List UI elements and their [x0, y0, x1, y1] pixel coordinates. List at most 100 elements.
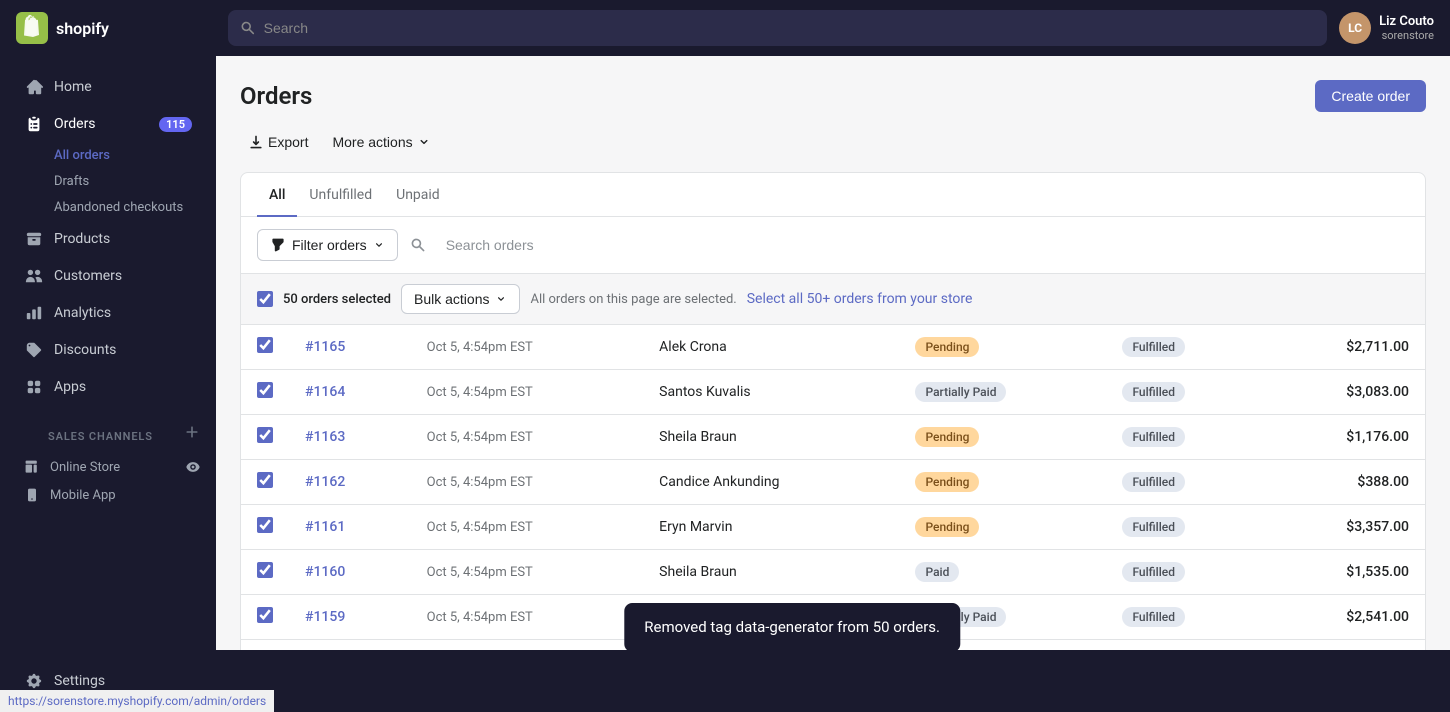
order-fulfillment-status: Fulfilled: [1106, 460, 1265, 505]
create-order-button[interactable]: Create order: [1315, 80, 1426, 112]
row-checkbox-cell[interactable]: [241, 595, 289, 640]
table-row[interactable]: #1165 Oct 5, 4:54pm EST Alek Crona Pendi…: [241, 325, 1425, 370]
top-nav: shopify LC Liz Couto sorenstore: [0, 0, 1450, 56]
sidebar-sub-abandoned[interactable]: Abandoned checkouts: [8, 195, 208, 220]
row-checkbox[interactable]: [257, 517, 273, 533]
order-payment-status: Pending: [899, 460, 1106, 505]
sidebar-label-home: Home: [54, 79, 92, 95]
table-row[interactable]: #1162 Oct 5, 4:54pm EST Candice Ankundin…: [241, 460, 1425, 505]
logo-area[interactable]: shopify: [16, 12, 216, 44]
select-all-checkbox[interactable]: [257, 291, 273, 307]
sidebar-item-home[interactable]: Home: [8, 69, 208, 105]
row-checkbox-cell[interactable]: [241, 370, 289, 415]
row-checkbox-cell[interactable]: [241, 325, 289, 370]
filter-orders-button[interactable]: Filter orders: [257, 229, 398, 261]
table-row[interactable]: #1164 Oct 5, 4:54pm EST Santos Kuvalis P…: [241, 370, 1425, 415]
order-customer[interactable]: Eryn Marvin: [643, 505, 899, 550]
row-checkbox[interactable]: [257, 472, 273, 488]
user-menu[interactable]: LC Liz Couto sorenstore: [1339, 12, 1434, 44]
row-checkbox[interactable]: [257, 382, 273, 398]
user-name: Liz Couto: [1379, 14, 1434, 29]
order-number[interactable]: #1159: [289, 595, 411, 640]
table-row[interactable]: #1163 Oct 5, 4:54pm EST Sheila Braun Pen…: [241, 415, 1425, 460]
row-checkbox[interactable]: [257, 607, 273, 623]
tab-all[interactable]: All: [257, 173, 297, 217]
order-amount: $3,357.00: [1266, 505, 1425, 550]
selected-count-label: 50 orders selected: [283, 292, 391, 307]
row-checkbox[interactable]: [257, 337, 273, 353]
sidebar-sub-all-orders[interactable]: All orders: [8, 143, 208, 168]
home-icon: [24, 77, 44, 97]
order-customer[interactable]: Candice Ankunding: [643, 460, 899, 505]
filter-icon: [270, 237, 286, 253]
row-checkbox[interactable]: [257, 562, 273, 578]
order-amount: $388.00: [1266, 460, 1425, 505]
bulk-actions-button[interactable]: Bulk actions: [401, 284, 520, 314]
export-icon: [248, 134, 264, 150]
online-store-label: Online Store: [50, 460, 120, 475]
filter-row: Filter orders: [241, 217, 1425, 274]
order-number[interactable]: #1165: [289, 325, 411, 370]
search-orders-input[interactable]: [434, 230, 1409, 260]
global-search-input[interactable]: [264, 20, 1315, 36]
row-checkbox-cell[interactable]: [241, 415, 289, 460]
row-checkbox[interactable]: [257, 427, 273, 443]
order-payment-status: Partially Paid: [899, 370, 1106, 415]
tab-unpaid[interactable]: Unpaid: [384, 173, 452, 217]
sidebar-item-analytics[interactable]: Analytics: [8, 295, 208, 331]
sidebar-item-apps[interactable]: Apps: [8, 369, 208, 405]
row-checkbox-cell[interactable]: [241, 505, 289, 550]
order-customer[interactable]: Sheila Braun: [643, 550, 899, 595]
search-icon: [240, 20, 256, 36]
order-amount: $1,176.00: [1266, 415, 1425, 460]
orders-icon: [24, 114, 44, 134]
sidebar-item-mobile-app[interactable]: Mobile App: [0, 481, 216, 509]
add-channel-icon[interactable]: [184, 424, 200, 440]
page-title: Orders: [240, 82, 312, 110]
bulk-actions-row: 50 orders selected Bulk actions All orde…: [241, 274, 1425, 325]
status-bar: https://sorenstore.myshopify.com/admin/o…: [0, 690, 274, 712]
order-date: Oct 5, 4:54pm EST: [411, 370, 644, 415]
sidebar-label-discounts: Discounts: [54, 342, 116, 358]
sidebar-sub-drafts[interactable]: Drafts: [8, 169, 208, 194]
sidebar-item-orders[interactable]: Orders 115: [8, 106, 208, 142]
sidebar-label-products: Products: [54, 231, 110, 247]
sidebar-item-customers[interactable]: Customers: [8, 258, 208, 294]
more-actions-button[interactable]: More actions: [324, 128, 438, 156]
order-customer[interactable]: Santos Kuvalis: [643, 370, 899, 415]
order-fulfillment-status: Fulfilled: [1106, 415, 1265, 460]
customers-icon: [24, 266, 44, 286]
user-store: sorenstore: [1379, 29, 1434, 42]
global-search-bar[interactable]: [228, 10, 1327, 46]
order-number[interactable]: #1163: [289, 415, 411, 460]
sidebar-label-apps: Apps: [54, 379, 86, 395]
settings-icon: [24, 671, 44, 691]
order-fulfillment-status: Fulfilled: [1106, 370, 1265, 415]
order-number[interactable]: #1162: [289, 460, 411, 505]
orders-badge: 115: [159, 117, 192, 132]
mobile-app-label: Mobile App: [50, 488, 116, 503]
table-row[interactable]: #1161 Oct 5, 4:54pm EST Eryn Marvin Pend…: [241, 505, 1425, 550]
logo-text: shopify: [56, 19, 109, 38]
order-payment-status: Pending: [899, 325, 1106, 370]
order-number[interactable]: #1164: [289, 370, 411, 415]
order-date: Oct 5, 4:54pm EST: [411, 595, 644, 640]
export-button[interactable]: Export: [240, 128, 316, 156]
sidebar-item-products[interactable]: Products: [8, 221, 208, 257]
order-date: Oct 5, 4:54pm EST: [411, 325, 644, 370]
order-customer[interactable]: Alek Crona: [643, 325, 899, 370]
order-amount: $3,083.00: [1266, 370, 1425, 415]
order-number[interactable]: #1160: [289, 550, 411, 595]
select-all-link[interactable]: Select all 50+ orders from your store: [747, 291, 973, 307]
table-row[interactable]: #1160 Oct 5, 4:54pm EST Sheila Braun Pai…: [241, 550, 1425, 595]
tab-unfulfilled[interactable]: Unfulfilled: [297, 173, 384, 217]
row-checkbox-cell[interactable]: [241, 550, 289, 595]
row-checkbox-cell[interactable]: [241, 460, 289, 505]
sidebar-item-discounts[interactable]: Discounts: [8, 332, 208, 368]
order-amount: $2,541.00: [1266, 595, 1425, 640]
apps-icon: [24, 377, 44, 397]
toolbar: Export More actions: [240, 128, 1426, 156]
order-number[interactable]: #1161: [289, 505, 411, 550]
sidebar-item-online-store[interactable]: Online Store: [0, 453, 216, 481]
order-customer[interactable]: Sheila Braun: [643, 415, 899, 460]
